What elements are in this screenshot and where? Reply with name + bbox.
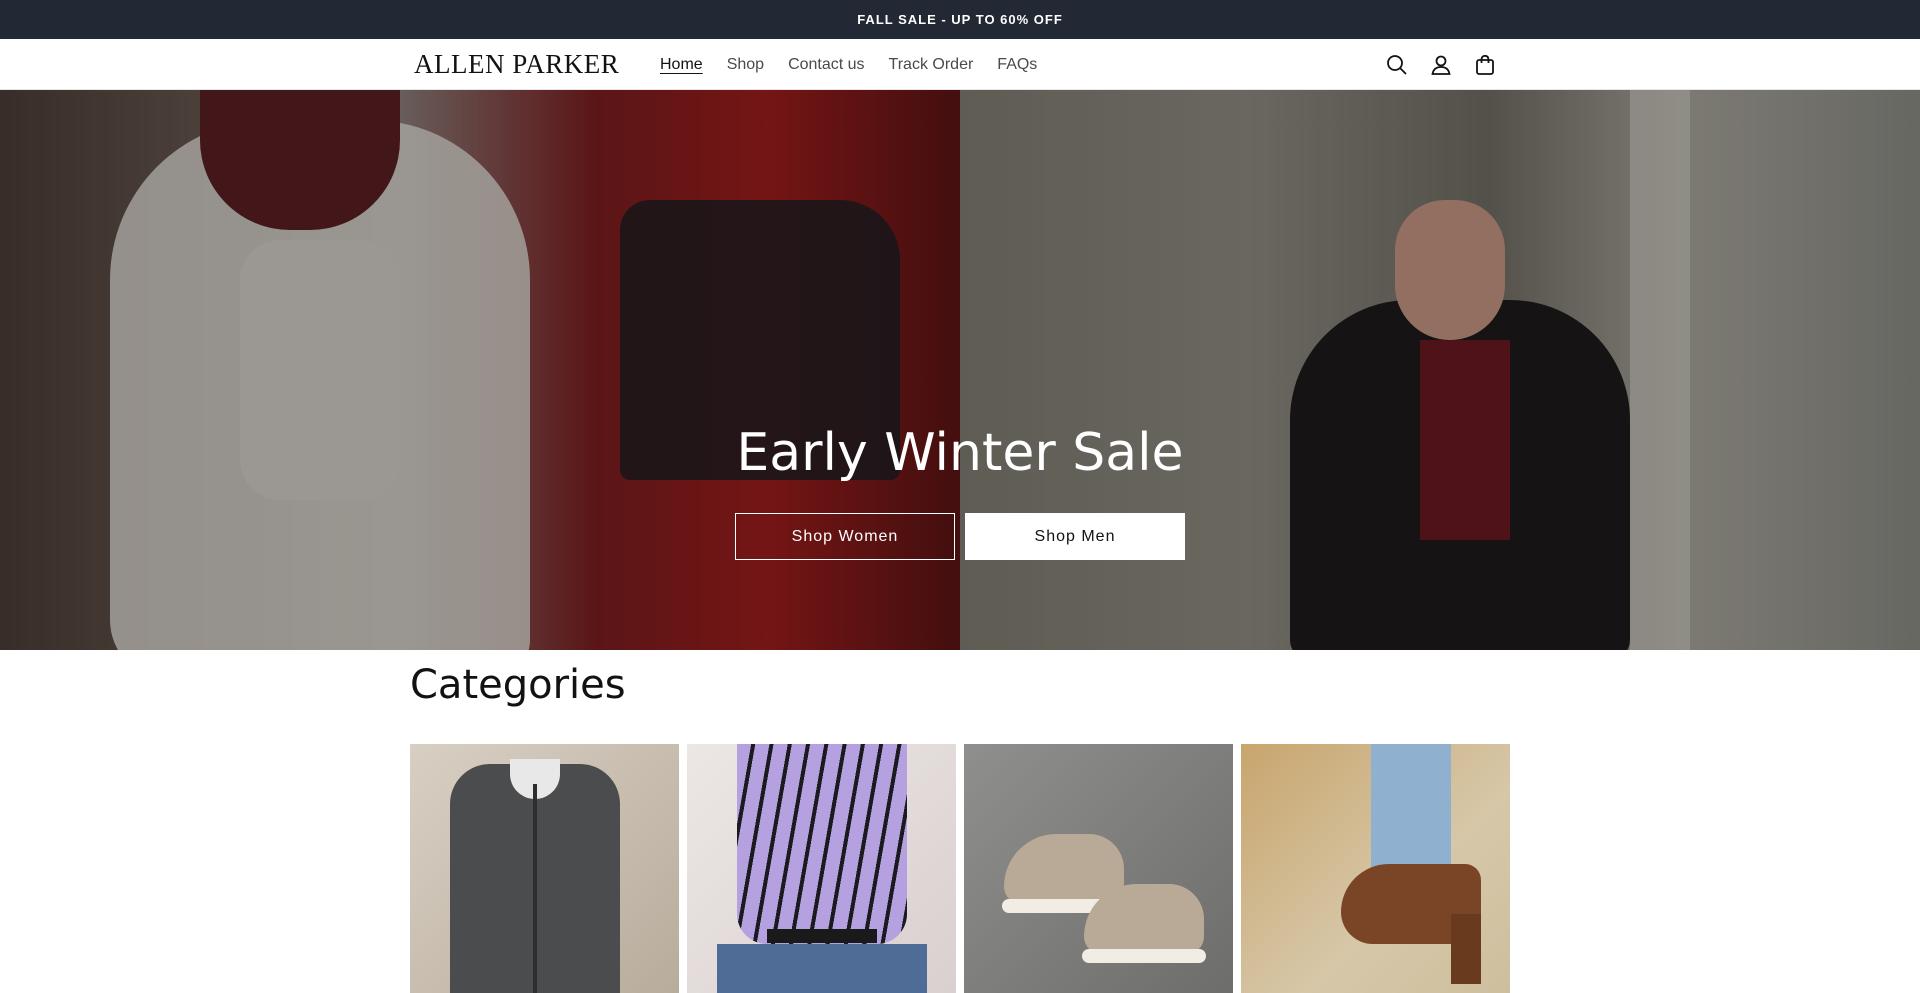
category-image-belt — [767, 929, 877, 943]
hero-banner — [0, 90, 1920, 650]
category-card-tops[interactable] — [687, 744, 956, 993]
account-icon[interactable] — [1429, 53, 1453, 77]
hero-overlay — [0, 90, 1920, 650]
category-image-purple-top — [737, 744, 907, 944]
nav-item-track-order[interactable]: Track Order — [877, 56, 986, 74]
header-icons — [1385, 39, 1497, 90]
category-image-jeans — [717, 944, 927, 993]
nav-item-contact[interactable]: Contact us — [776, 56, 876, 74]
cart-icon[interactable] — [1473, 53, 1497, 77]
category-card-mens-shoes[interactable] — [964, 744, 1233, 993]
site-header: ALLEN PARKER Home Shop Contact us Track … — [0, 39, 1920, 90]
site-logo[interactable]: ALLEN PARKER — [414, 49, 619, 80]
category-image-sole-right — [1082, 949, 1206, 963]
categories-title: Categories — [410, 662, 626, 708]
shop-women-button[interactable]: Shop Women — [735, 513, 955, 560]
category-card-knitwear[interactable] — [410, 744, 679, 993]
main-nav: Home Shop Contact us Track Order FAQs — [648, 39, 1049, 90]
category-card-womens-shoes[interactable] — [1241, 744, 1510, 993]
nav-item-faqs[interactable]: FAQs — [985, 56, 1049, 74]
nav-item-home[interactable]: Home — [648, 56, 715, 74]
category-image-leg — [1371, 744, 1451, 874]
category-image-zip — [533, 784, 537, 993]
category-image-heel — [1451, 914, 1481, 984]
shop-men-button[interactable]: Shop Men — [965, 513, 1185, 560]
hero-title: Early Winter Sale — [736, 423, 1184, 483]
nav-item-shop[interactable]: Shop — [715, 56, 776, 74]
search-icon[interactable] — [1385, 53, 1409, 77]
announcement-bar: FALL SALE - UP TO 60% OFF — [0, 0, 1920, 39]
announcement-text: FALL SALE - UP TO 60% OFF — [857, 12, 1063, 27]
